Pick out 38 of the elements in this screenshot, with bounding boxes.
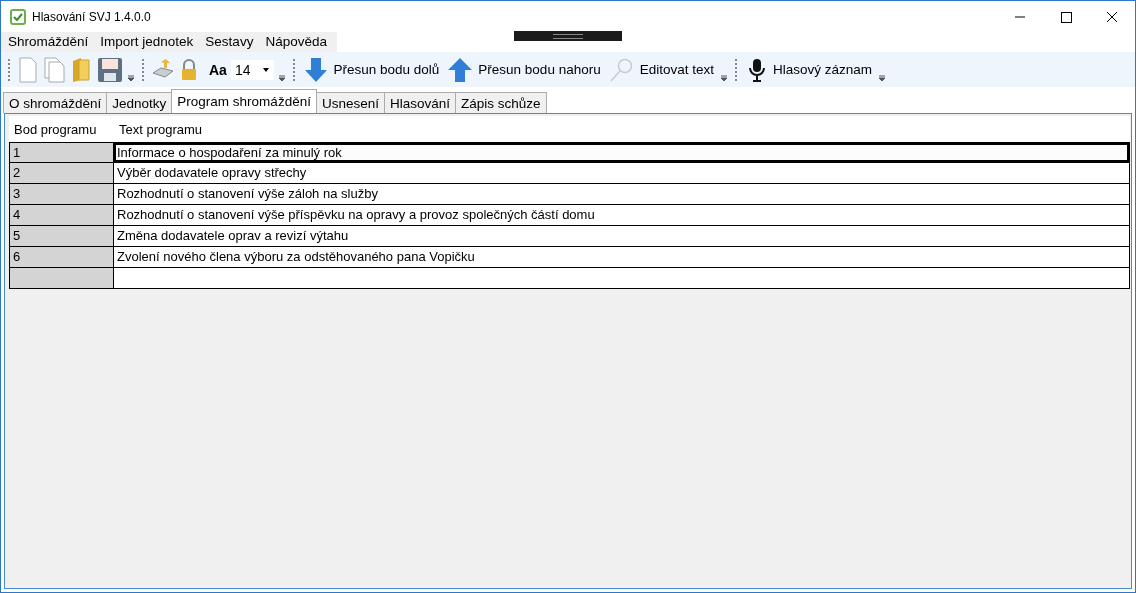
table-cell[interactable]: Výběr dodavatele opravy střechy xyxy=(114,163,1129,183)
menu-item[interactable]: Sestavy xyxy=(199,32,260,52)
arrow-down-icon xyxy=(304,56,329,83)
toolbar-button[interactable]: Přesun bodu dolů xyxy=(302,56,442,83)
row-header-cell[interactable]: 6 xyxy=(10,247,114,267)
table-cell[interactable]: Rozhodnutí o stanovení výše záloh na služby xyxy=(114,184,1129,204)
table-cell[interactable]: Změna dodavatele oprav a revizí výtahu xyxy=(114,226,1129,246)
menu-item[interactable]: Nápověda xyxy=(259,32,333,52)
padlock-icon[interactable] xyxy=(179,56,199,83)
table-cell[interactable]: Informace o hospodaření za minulý rok xyxy=(114,143,1129,162)
tab[interactable]: O shromáždění xyxy=(3,92,108,113)
column-header[interactable]: Text programu xyxy=(114,121,1130,137)
font-size-combobox[interactable]: 14 xyxy=(230,59,275,80)
font-label: Aa xyxy=(209,61,227,78)
table-cell[interactable]: Zvolení nového člena výboru za odstěhovaného pana Vopičku xyxy=(114,247,1129,267)
tab[interactable]: Usnesení xyxy=(315,92,385,113)
checkmark-icon xyxy=(10,8,26,25)
toolbar-button[interactable]: Přesun bodu nahoru xyxy=(445,56,603,83)
tab[interactable]: Hlasování xyxy=(383,92,456,113)
caret-icon[interactable] xyxy=(262,66,271,73)
row-header-cell[interactable]: 2 xyxy=(10,163,114,183)
row-header-cell[interactable]: 4 xyxy=(10,205,114,225)
magnifier-icon xyxy=(608,56,635,83)
arrow-up-icon xyxy=(447,56,474,83)
menu-item[interactable]: Import jednotek xyxy=(94,32,200,52)
table-cell[interactable]: Rozhodnutí o stanovení výše příspěvku na opravy a provoz společných částí domu xyxy=(114,205,1129,225)
drag-handle[interactable] xyxy=(514,31,622,41)
row-header-cell[interactable] xyxy=(10,268,114,288)
toolbar-button[interactable]: Editovat text xyxy=(606,56,716,83)
tab[interactable]: Jednotky xyxy=(106,92,173,113)
window-title: Hlasování SVJ 1.4.0.0 xyxy=(32,9,151,24)
menu-item[interactable]: Shromáždění xyxy=(2,32,95,52)
toolbar-button[interactable]: Hlasový záznam xyxy=(743,56,874,83)
row-header-cell[interactable]: 3 xyxy=(10,184,114,204)
column-header[interactable]: Bod programu xyxy=(9,121,114,137)
row-header-cell[interactable]: 1 xyxy=(10,143,114,162)
row-header-cell[interactable]: 5 xyxy=(10,226,114,246)
tab[interactable]: Zápis schůze xyxy=(455,92,547,113)
